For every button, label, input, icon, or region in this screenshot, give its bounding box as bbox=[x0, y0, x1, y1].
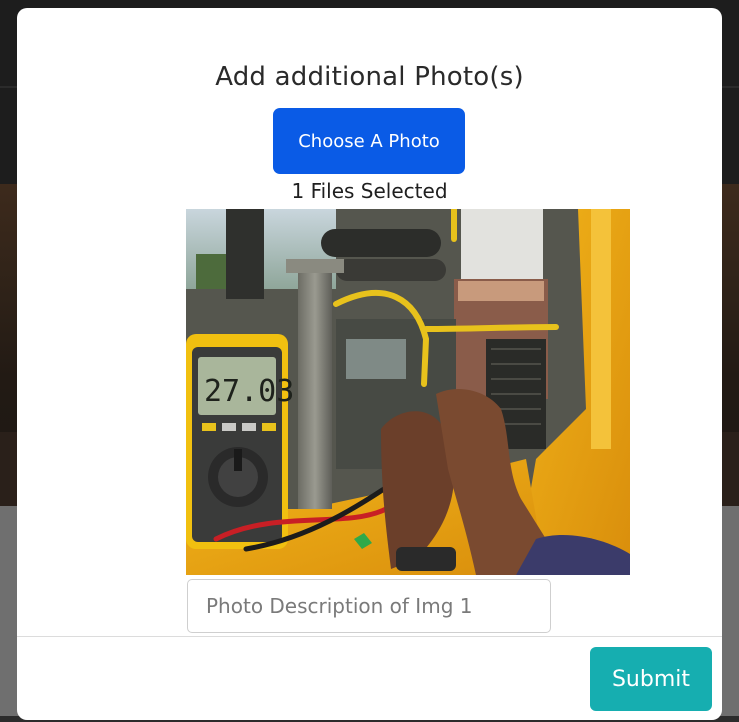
choose-photo-button[interactable]: Choose A Photo bbox=[273, 108, 465, 174]
photo-description-input[interactable] bbox=[187, 579, 551, 633]
files-selected-status: 1 Files Selected bbox=[291, 179, 448, 203]
selected-photo-preview: 27.03 bbox=[186, 209, 630, 575]
add-photo-modal: Add additional Photo(s) Choose A Photo 1… bbox=[17, 8, 722, 720]
meter-reading: 27.03 bbox=[204, 374, 294, 409]
submit-button[interactable]: Submit bbox=[590, 647, 712, 711]
modal-title: Add additional Photo(s) bbox=[215, 62, 524, 92]
modal-footer-divider bbox=[17, 636, 722, 637]
